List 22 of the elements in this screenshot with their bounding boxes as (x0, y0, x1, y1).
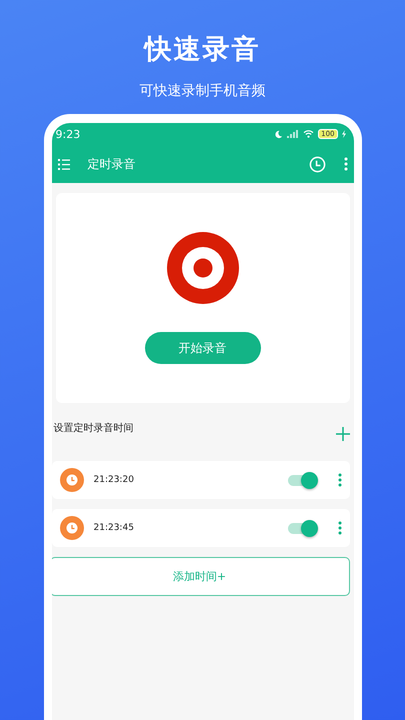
more-icon[interactable] (338, 473, 342, 487)
menu-icon[interactable] (58, 158, 70, 170)
charging-icon (342, 130, 346, 138)
more-icon[interactable] (344, 157, 348, 171)
record-icon[interactable] (166, 232, 238, 304)
add-icon[interactable] (336, 427, 350, 441)
schedule-time: 21:23:45 (94, 523, 135, 533)
subtitle: 可快速录制手机音频 (140, 82, 266, 100)
schedule-time: 21:23:20 (94, 475, 135, 485)
wifi-icon (303, 130, 314, 138)
moon-icon (274, 130, 284, 138)
clock-icon (60, 516, 84, 540)
headline: 快速录音 (144, 33, 260, 67)
more-icon[interactable] (338, 521, 342, 535)
toolbar-title: 定时录音 (88, 156, 136, 172)
start-recording-button[interactable]: 开始录音 (144, 332, 260, 364)
add-time-button[interactable]: 添加时间+ (52, 557, 350, 596)
signal-icon (287, 130, 300, 138)
clock-icon (60, 468, 84, 492)
clock-icon[interactable] (308, 156, 326, 172)
status-time: 9:23 (56, 128, 80, 140)
section-title: 设置定时录音时间 (54, 422, 134, 435)
